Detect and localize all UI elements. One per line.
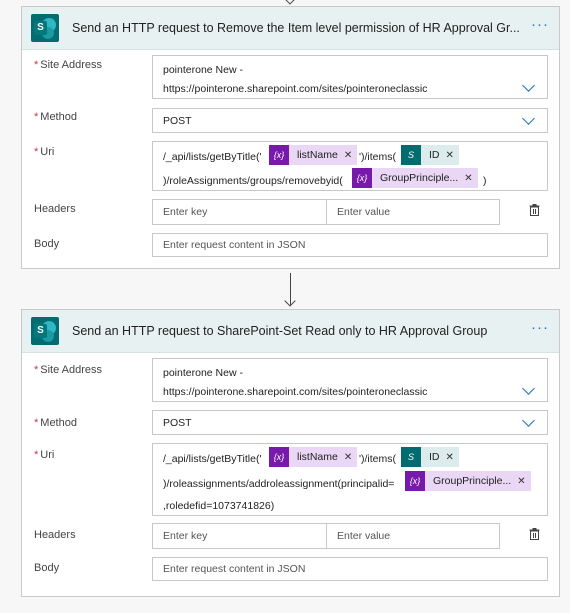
uri-label: * Uri xyxy=(34,449,55,461)
uri-input[interactable]: /_api/lists/getByTitle(' {x} listName ✕ … xyxy=(152,141,548,191)
remove-token-icon[interactable]: ✕ xyxy=(462,173,477,184)
more-dots-icon[interactable]: ··· xyxy=(531,320,549,336)
method-dropdown[interactable]: POST xyxy=(152,108,548,133)
sharepoint-icon: S xyxy=(401,145,421,165)
card-title: Send an HTTP request to Remove the Item … xyxy=(72,21,520,35)
trash-icon[interactable] xyxy=(529,204,540,216)
token-label: ID xyxy=(429,149,440,161)
chevron-down-icon[interactable] xyxy=(522,112,535,125)
uri-text: /_api/lists/getByTitle(' xyxy=(163,151,262,163)
header-value-input[interactable]: Enter value xyxy=(326,523,500,549)
uri-text: ')/items( xyxy=(359,453,397,465)
method-value: POST xyxy=(163,417,192,429)
uri-input[interactable]: /_api/lists/getByTitle(' {x} listName ✕ … xyxy=(152,443,548,516)
value-placeholder: Enter value xyxy=(337,206,391,218)
expression-icon: {x} xyxy=(352,168,372,188)
header-key-input[interactable]: Enter key xyxy=(152,523,327,549)
remove-token-icon[interactable]: ✕ xyxy=(342,150,357,161)
method-dropdown[interactable]: POST xyxy=(152,410,548,435)
flow-arrow-top xyxy=(284,0,296,5)
header-key-input[interactable]: Enter key xyxy=(152,199,327,225)
expression-icon: {x} xyxy=(405,471,425,491)
trash-icon[interactable] xyxy=(529,528,540,540)
uri-text: ,roledefid=1073741826) xyxy=(163,500,275,512)
method-label: * Method xyxy=(34,111,77,123)
uri-text: )/roleassignments/addroleassignment(prin… xyxy=(163,478,395,490)
sharepoint-icon: S xyxy=(31,14,59,42)
chevron-down-icon[interactable] xyxy=(522,79,535,92)
method-label: * Method xyxy=(34,417,77,429)
token-label: GroupPrinciple... xyxy=(433,475,512,487)
sharepoint-icon: S xyxy=(31,317,59,345)
body-placeholder: Enter request content in JSON xyxy=(163,239,306,251)
site-address-label: * Site Address xyxy=(34,59,103,71)
groupprinciple-token[interactable]: {x} GroupPrinciple... ✕ xyxy=(352,168,478,188)
body-label: Body xyxy=(34,562,60,574)
chevron-down-icon[interactable] xyxy=(522,414,535,427)
listname-token[interactable]: {x} listName ✕ xyxy=(269,145,358,165)
site-address-line2: https://pointerone.sharepoint.com/sites/… xyxy=(163,83,428,95)
uri-label: * Uri xyxy=(34,146,55,158)
headers-label: Headers xyxy=(34,529,76,541)
id-token[interactable]: S ID ✕ xyxy=(401,447,459,467)
card-header[interactable]: S Send an HTTP request to SharePoint-Set… xyxy=(22,310,559,353)
body-placeholder: Enter request content in JSON xyxy=(163,563,306,575)
token-label: GroupPrinciple... xyxy=(380,172,459,184)
body-input[interactable]: Enter request content in JSON xyxy=(152,233,548,257)
method-value: POST xyxy=(163,115,192,127)
token-label: ID xyxy=(429,451,440,463)
chevron-down-icon[interactable] xyxy=(522,382,535,395)
key-placeholder: Enter key xyxy=(163,530,208,542)
flow-arrow xyxy=(284,295,296,307)
site-address-dropdown[interactable]: pointerone New - https://pointerone.shar… xyxy=(152,358,548,402)
remove-token-icon[interactable]: ✕ xyxy=(342,452,357,463)
card-title: Send an HTTP request to SharePoint-Set R… xyxy=(72,324,488,338)
key-placeholder: Enter key xyxy=(163,206,208,218)
headers-label: Headers xyxy=(34,203,76,215)
uri-text: )/roleAssignments/groups/removebyid( xyxy=(163,175,343,187)
header-value-input[interactable]: Enter value xyxy=(326,199,500,225)
site-address-line1: pointerone New - xyxy=(163,367,243,379)
remove-token-icon[interactable]: ✕ xyxy=(444,452,459,463)
token-label: listName xyxy=(297,149,338,161)
body-label: Body xyxy=(34,238,60,250)
token-label: listName xyxy=(297,451,338,463)
action-card-remove-permission: S Send an HTTP request to Remove the Ite… xyxy=(21,6,560,269)
expression-icon: {x} xyxy=(269,447,289,467)
site-address-dropdown[interactable]: pointerone New - https://pointerone.shar… xyxy=(152,55,548,99)
listname-token[interactable]: {x} listName ✕ xyxy=(269,447,358,467)
sharepoint-icon: S xyxy=(401,447,421,467)
value-placeholder: Enter value xyxy=(337,530,391,542)
expression-icon: {x} xyxy=(269,145,289,165)
id-token[interactable]: S ID ✕ xyxy=(401,145,459,165)
site-address-line1: pointerone New - xyxy=(163,64,243,76)
groupprinciple-token[interactable]: {x} GroupPrinciple... ✕ xyxy=(405,471,531,491)
more-dots-icon[interactable]: ··· xyxy=(531,17,549,33)
body-input[interactable]: Enter request content in JSON xyxy=(152,557,548,581)
uri-text: /_api/lists/getByTitle(' xyxy=(163,453,262,465)
site-address-line2: https://pointerone.sharepoint.com/sites/… xyxy=(163,386,428,398)
card-header[interactable]: S Send an HTTP request to Remove the Ite… xyxy=(22,7,559,50)
site-address-label: * Site Address xyxy=(34,364,103,376)
remove-token-icon[interactable]: ✕ xyxy=(515,476,530,487)
action-card-set-read-only: S Send an HTTP request to SharePoint-Set… xyxy=(21,309,560,597)
uri-text: ) xyxy=(483,175,487,187)
uri-text: ')/items( xyxy=(359,151,397,163)
remove-token-icon[interactable]: ✕ xyxy=(444,150,459,161)
